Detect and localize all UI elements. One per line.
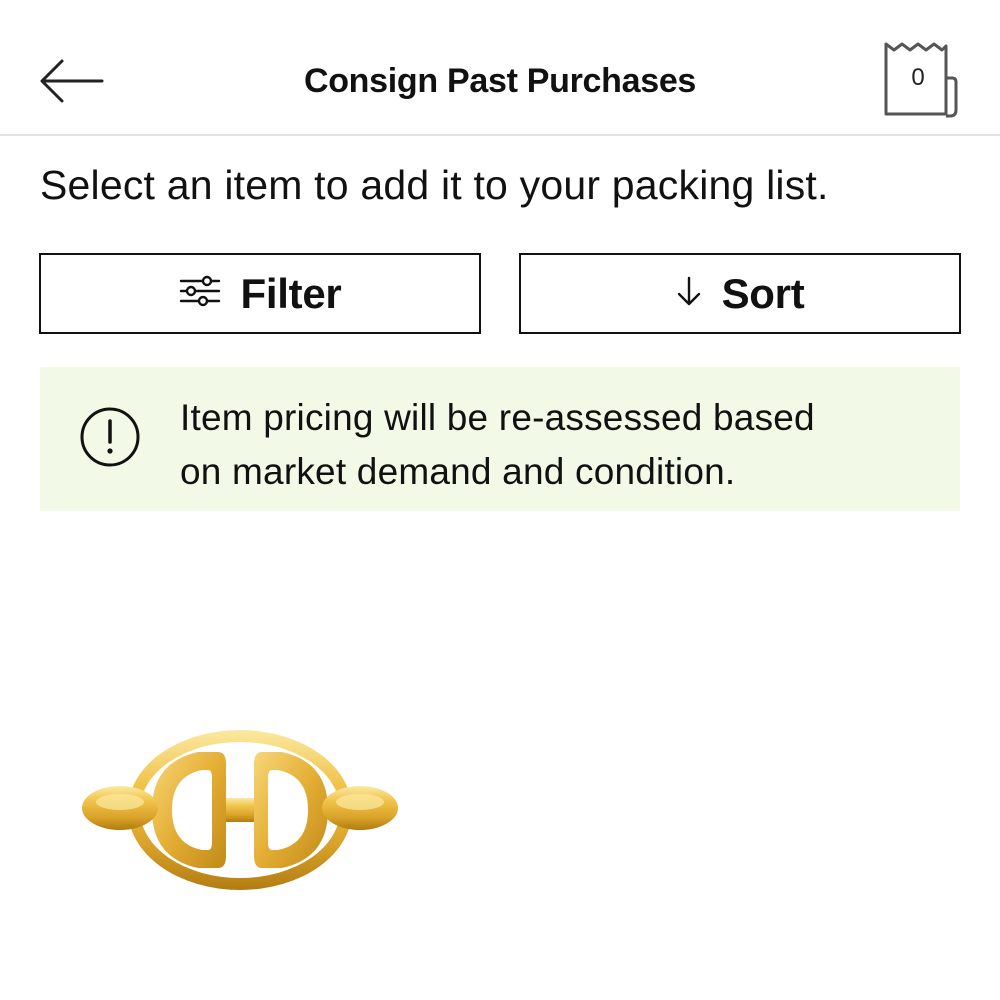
gold-chaine-d-ancre-ring-image (82, 730, 398, 890)
product-card[interactable] (40, 560, 440, 1000)
bag-count-badge: 0 (911, 64, 925, 91)
notice-line-2: on market demand and condition. (180, 451, 736, 492)
sort-label: Sort (721, 269, 805, 317)
instruction-text: Select an item to add it to your packing… (40, 162, 829, 208)
page-title: Consign Past Purchases (303, 62, 697, 100)
notice-text: Item pricing will be re-assessed based o… (180, 391, 940, 499)
notice-line-1: Item pricing will be re-assessed based (180, 397, 815, 438)
shopping-bag-button[interactable]: 0 (880, 40, 964, 120)
filter-button[interactable]: Filter (39, 253, 481, 334)
pricing-notice-banner: Item pricing will be re-assessed based o… (40, 367, 960, 511)
arrow-down-icon (676, 274, 702, 313)
sort-button[interactable]: Sort (519, 253, 961, 334)
sliders-icon (179, 274, 221, 313)
filter-label: Filter (240, 269, 342, 317)
top-app-bar: Consign Past Purchases 0 (0, 0, 1000, 136)
exclamation-circle-icon (80, 407, 140, 467)
